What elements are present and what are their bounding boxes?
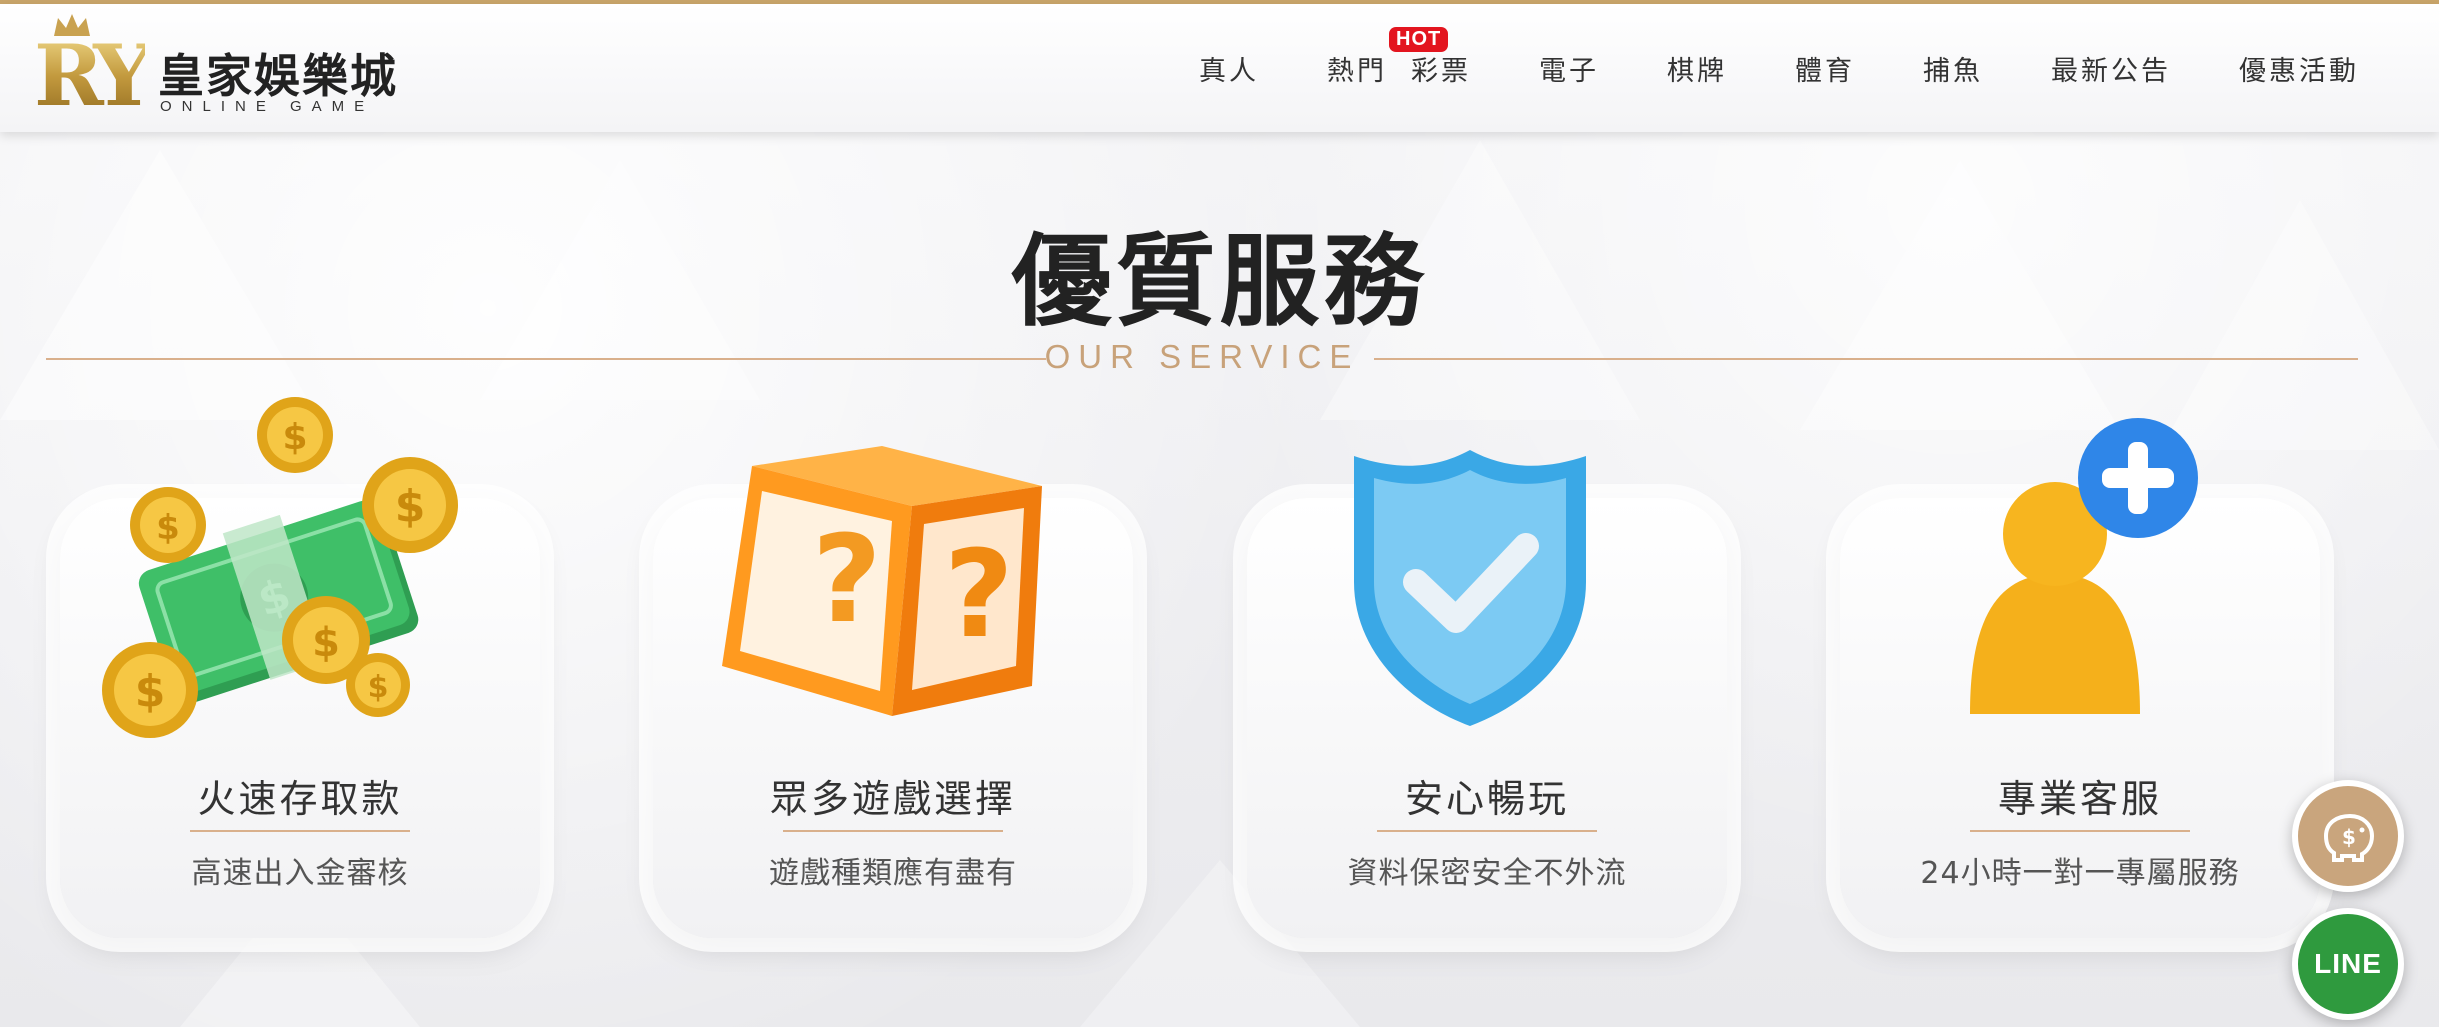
mystery-box-icon: ? ? [722,446,1042,716]
site-header: RY 皇家娛樂城 ONLINE GAME 真人 熱門 HOT 彩票 電子 棋牌 … [0,4,2439,132]
nav-item-hot-label: 熱門 [1327,55,1387,87]
section-subtitle-row: OUR SERVICE [46,338,2358,378]
nav-item-sports[interactable]: 體育 [1795,49,1855,88]
card-desc: 資料保密安全不外流 [1347,856,1627,891]
card-title: 眾多遊戲選擇 [769,777,1016,821]
nav-item-cards[interactable]: 棋牌 [1667,49,1727,88]
nav-item-hot[interactable]: 熱門 HOT [1327,26,1449,88]
card-title: 安心暢玩 [1404,777,1569,821]
brand-name: 皇家娛樂城 [158,49,398,103]
card-title: 火速存取款 [197,777,403,821]
nav-item-promotions[interactable]: 優惠活動 [2239,49,2359,88]
svg-text:$: $ [156,508,180,548]
svg-text:$: $ [2342,825,2356,849]
card-desc: 高速出入金審核 [191,856,409,891]
nav-item-announcements[interactable]: 最新公告 [2051,49,2171,88]
piggy-bank-icon: $ [2323,813,2375,862]
logo-letters: RY [34,26,153,125]
section-title: 優質服務 [1011,223,1428,340]
card-desc: 24小時一對一專屬服務 [1920,856,2240,891]
card-underline [1377,830,1597,832]
shield-check-icon [1354,450,1586,726]
user-plus-icon [1970,418,2198,714]
card-underline [190,830,410,832]
brand-logo[interactable]: RY 皇家娛樂城 ONLINE GAME [34,14,404,125]
nav-item-slots[interactable]: 電子 [1539,49,1599,88]
svg-text:$: $ [135,666,166,717]
deposit-float-button[interactable]: $ [2292,780,2404,892]
svg-text:?: ? [812,511,882,650]
nav-item-live[interactable]: 真人 [1199,49,1259,88]
card-underline [1970,830,2190,832]
money-coins-icon: $ $ $ $ $ $ $ [102,397,458,738]
section-subtitle: OUR SERVICE [1044,338,1360,375]
brand-tagline: ONLINE GAME [160,98,375,115]
line-float-button[interactable]: LINE [2292,908,2404,1020]
main-nav: 真人 熱門 HOT 彩票 電子 棋牌 體育 捕魚 最新公告 優惠活動 [1131,4,2359,132]
svg-text:$: $ [312,620,340,666]
card-desc: 遊戲種類應有盡有 [769,856,1017,891]
line-label: LINE [2314,948,2382,979]
card-title: 專業客服 [1997,777,2162,821]
svg-text:$: $ [368,670,389,705]
svg-text:$: $ [395,481,426,532]
svg-text:?: ? [944,526,1014,665]
card-underline [783,830,1003,832]
svg-text:$: $ [282,417,307,458]
nav-item-lottery[interactable]: 彩票 [1411,49,1471,88]
nav-item-fishing[interactable]: 捕魚 [1923,49,1983,88]
